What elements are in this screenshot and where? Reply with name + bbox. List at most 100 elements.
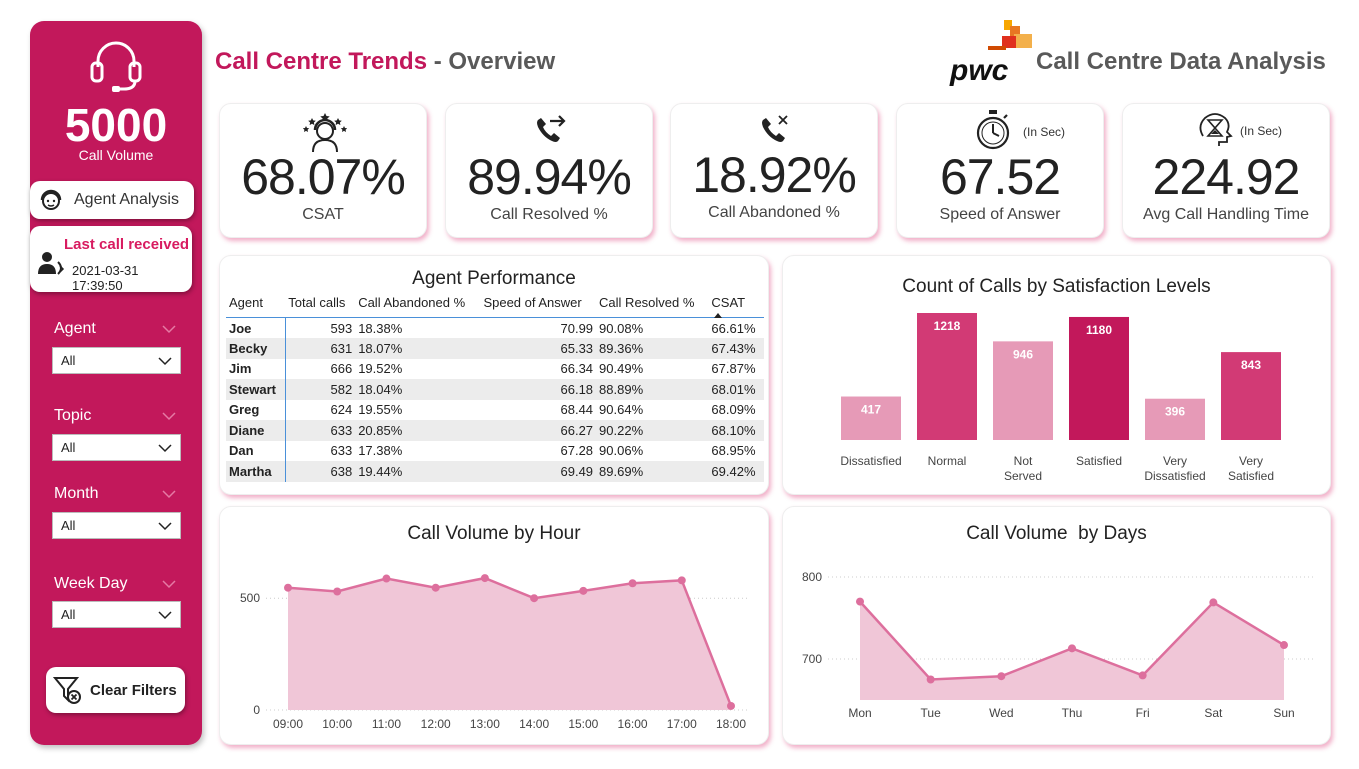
kpi-card-csat: 68.07% CSAT <box>219 103 427 238</box>
y-tick-label: 0 <box>253 703 260 717</box>
table-row[interactable]: Stewart 582 18.04% 66.18 88.89% 68.01% <box>226 379 764 400</box>
hourly-area-chart: 0 500 09:00 10:00 11:00 12:00 13:00 14:00 15:00 1… <box>240 574 750 731</box>
x-tick-label: 18:00 <box>716 717 746 731</box>
column-header[interactable]: Call Abandoned % <box>355 292 480 318</box>
last-call-time: 2021-03-31 17:39:50 <box>72 263 139 293</box>
x-tick-label: Mon <box>848 706 871 720</box>
data-point <box>480 574 489 583</box>
column-header[interactable]: Agent <box>226 292 285 318</box>
clear-filters-label: Clear Filters <box>90 681 177 699</box>
x-tick-label: Wed <box>989 706 1013 720</box>
category-label: Very <box>1163 454 1187 468</box>
table-cell: 68.44 <box>560 402 594 418</box>
table-cell: 68.95% <box>711 443 756 459</box>
table-cell: 66.34 <box>560 361 594 377</box>
column-header[interactable]: Total calls <box>285 292 355 318</box>
headset-icon <box>90 41 142 92</box>
x-tick-label: 16:00 <box>618 717 648 731</box>
table-cell: 631 <box>330 340 353 356</box>
table-row[interactable]: Martha 638 19.44% 69.49 89.69% 69.42% <box>226 461 764 482</box>
chevron-down-icon <box>162 412 176 421</box>
x-tick-label: 12:00 <box>421 717 451 731</box>
kpi-value: 224.92 <box>1152 149 1301 205</box>
column-header[interactable]: Speed of Answer <box>480 292 596 318</box>
table-cell: 69.42% <box>711 463 756 479</box>
bar-value-label: 946 <box>1013 347 1033 361</box>
table-cell: 68.01% <box>711 381 756 397</box>
agent-name-cell: Stewart <box>226 379 286 400</box>
x-tick-label: Sun <box>1273 706 1294 720</box>
brand-title: Call Centre Data Analysis <box>1036 48 1326 75</box>
phone-cancel-icon <box>762 115 788 142</box>
column-header[interactable]: Call Resolved % <box>596 292 708 318</box>
call-volume-value: 5000 <box>64 99 168 151</box>
agent-name-cell: Martha <box>226 461 286 482</box>
chevron-down-icon <box>158 356 172 365</box>
sort-ascending-icon <box>714 313 722 318</box>
category-label: Normal <box>928 454 967 468</box>
table-cell: 20.85% <box>358 422 403 438</box>
category-label: Dissatisfied <box>840 454 901 468</box>
category-label: Not <box>1014 454 1033 468</box>
table-cell: 66.18 <box>560 381 594 397</box>
data-point <box>677 576 686 585</box>
table-cell: 582 <box>330 381 353 397</box>
x-tick-label: 13:00 <box>470 717 500 731</box>
pwc-logo: pwc <box>949 20 1032 86</box>
x-tick-label: 15:00 <box>568 717 598 731</box>
agent-performance-table: Agent Total calls Call Abandoned % Speed… <box>226 292 764 482</box>
pwc-logo-text: pwc <box>949 54 1009 86</box>
agent-performance-panel: Agent Performance Agent Total calls Call… <box>219 255 769 495</box>
data-point <box>997 672 1006 681</box>
hourglass-head-icon <box>1199 113 1233 146</box>
y-tick-label: 800 <box>802 570 822 584</box>
bar-value-label: 1180 <box>1086 323 1112 337</box>
topic-filter-select[interactable]: All <box>52 434 181 461</box>
weekday-filter-value: All <box>61 607 76 622</box>
table-cell: 67.43% <box>711 340 756 356</box>
table-cell: 633 <box>330 443 353 459</box>
x-tick-label: 11:00 <box>372 717 401 731</box>
chevron-down-icon <box>158 521 172 530</box>
agent-name-cell: Dan <box>226 440 286 461</box>
table-header-row: Agent Total calls Call Abandoned % Speed… <box>226 292 764 318</box>
table-row[interactable]: Greg 624 19.55% 68.44 90.64% 68.09% <box>226 399 764 420</box>
table-row[interactable]: Dan 633 17.38% 67.28 90.06% 68.95% <box>226 440 764 461</box>
kpi-label: Call Resolved % <box>490 206 608 223</box>
chevron-down-icon <box>158 443 172 452</box>
table-row[interactable]: Diane 633 20.85% 66.27 90.22% 68.10% <box>226 420 764 441</box>
category-label: Very <box>1239 454 1263 468</box>
data-point <box>333 587 342 596</box>
data-point <box>579 586 588 595</box>
kpi-value: 89.94% <box>467 149 632 205</box>
filter-label-agent: Agent <box>54 320 96 337</box>
kpi-card-call-abandoned: 18.92% Call Abandoned % <box>670 103 878 238</box>
category-label: Dissatisfied <box>1144 469 1205 483</box>
table-row[interactable]: Becky 631 18.07% 65.33 89.36% 67.43% <box>226 338 764 359</box>
table-cell: 66.61% <box>711 320 756 336</box>
table-cell: 67.28 <box>560 443 594 459</box>
table-row[interactable]: Joe 593 18.38% 70.99 90.08% 66.61% <box>226 317 764 338</box>
x-tick-label: Tue <box>921 706 942 720</box>
table-cell: 65.33 <box>560 340 594 356</box>
daily-chart-panel: Call Volume by Days 700 800 Mon Tue Wed Thu Fr… <box>782 506 1331 745</box>
filter-label-month: Month <box>54 485 99 502</box>
agent-analysis-button[interactable]: Agent Analysis <box>30 181 194 219</box>
agent-filter-select[interactable]: All <box>52 347 181 374</box>
table-cell: 90.08% <box>599 320 644 336</box>
month-filter-select[interactable]: All <box>52 512 181 539</box>
weekday-filter-select[interactable]: All <box>52 601 181 628</box>
kpi-value: 68.07% <box>241 149 406 205</box>
kpi-value: 67.52 <box>939 149 1061 205</box>
daily-area-chart: 700 800 Mon Tue Wed Thu Fri Sat Sun <box>802 570 1313 720</box>
table-row[interactable]: Jim 666 19.52% 66.34 90.49% 67.87% <box>226 358 764 379</box>
agent-filter-value: All <box>61 353 76 368</box>
data-point <box>856 597 864 606</box>
kpi-label: Speed of Answer <box>939 206 1061 223</box>
chevron-down-icon <box>162 490 176 499</box>
agent-analysis-label: Agent Analysis <box>74 191 179 208</box>
chevron-down-icon <box>158 610 172 619</box>
data-point <box>727 701 735 710</box>
category-label: Satisfied <box>1228 469 1274 483</box>
clear-filters-button[interactable]: Clear Filters <box>46 667 185 713</box>
